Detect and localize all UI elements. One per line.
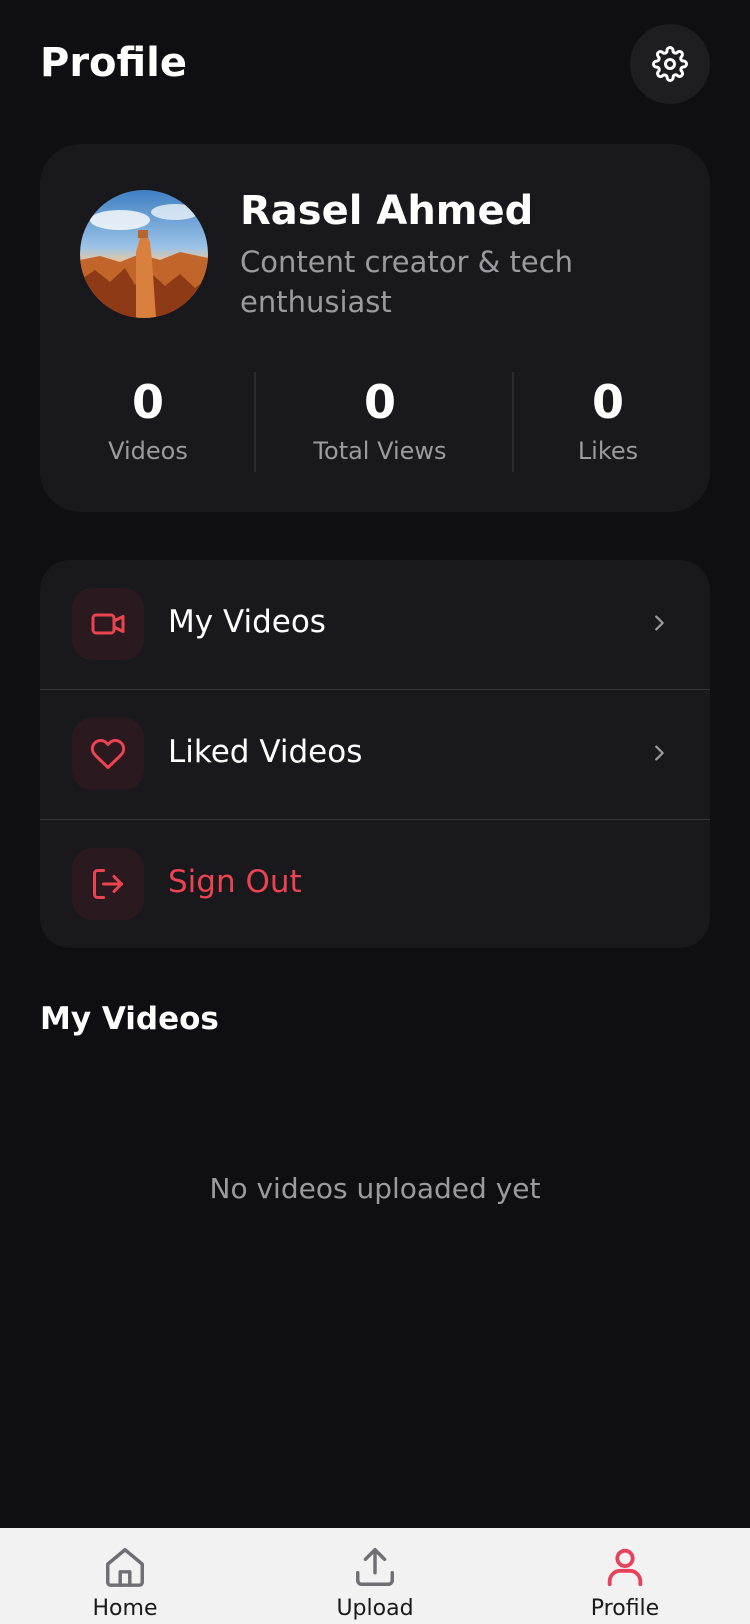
stat-videos: 0 Videos <box>68 372 228 472</box>
avatar-image <box>80 190 208 318</box>
settings-button[interactable] <box>630 24 710 104</box>
stats-row: 0 Videos 0 Total Views 0 Likes <box>40 372 710 472</box>
home-icon <box>100 1542 150 1592</box>
tab-label: Home <box>92 1596 158 1621</box>
video-camera-icon <box>91 613 125 635</box>
tab-upload[interactable]: Upload <box>250 1528 500 1624</box>
bottom-tab-bar: Home Upload Profile <box>0 1528 750 1624</box>
stat-value: 0 <box>363 375 396 429</box>
page-title: Profile <box>40 40 188 86</box>
stat-divider <box>254 372 256 472</box>
chevron-right-icon <box>644 608 674 638</box>
user-icon <box>600 1542 650 1592</box>
stat-likes: 0 Likes <box>528 372 688 472</box>
menu-icon-box <box>72 848 144 920</box>
menu-icon-box <box>72 588 144 660</box>
heart-icon <box>90 738 126 769</box>
stat-value: 0 <box>591 375 624 429</box>
menu-item-label: Liked Videos <box>168 734 363 770</box>
stat-label: Total Views <box>313 437 447 465</box>
avatar[interactable] <box>80 190 208 318</box>
chevron-right-icon <box>644 738 674 768</box>
stat-label: Videos <box>108 437 188 465</box>
stat-divider <box>512 372 514 472</box>
menu-item-label: Sign Out <box>168 864 302 900</box>
menu-item-my-videos[interactable]: My Videos <box>40 560 710 690</box>
upload-icon <box>350 1542 400 1592</box>
gear-icon <box>652 46 688 82</box>
stat-label: Likes <box>577 437 639 465</box>
tab-label: Upload <box>336 1596 414 1621</box>
user-name: Rasel Ahmed <box>240 188 534 234</box>
stat-value: 0 <box>131 375 164 429</box>
menu-item-liked-videos[interactable]: Liked Videos <box>40 690 710 820</box>
menu-icon-box <box>72 718 144 790</box>
menu-item-sign-out[interactable]: Sign Out <box>40 820 710 948</box>
stat-total-views: 0 Total Views <box>270 372 490 472</box>
tab-profile[interactable]: Profile <box>500 1528 750 1624</box>
menu-card: My Videos Liked Videos Sign Out <box>40 560 710 948</box>
section-title: My Videos <box>40 1001 219 1037</box>
user-bio: Content creator & tech enthusiast <box>240 245 574 319</box>
header: Profile <box>40 24 710 104</box>
sign-out-icon <box>93 869 123 899</box>
tab-home[interactable]: Home <box>0 1528 250 1624</box>
empty-state-message: No videos uploaded yet <box>209 1172 541 1205</box>
tab-label: Profile <box>590 1596 660 1621</box>
profile-card: Rasel Ahmed Content creator & tech enthu… <box>40 144 710 512</box>
menu-item-label: My Videos <box>168 604 326 640</box>
